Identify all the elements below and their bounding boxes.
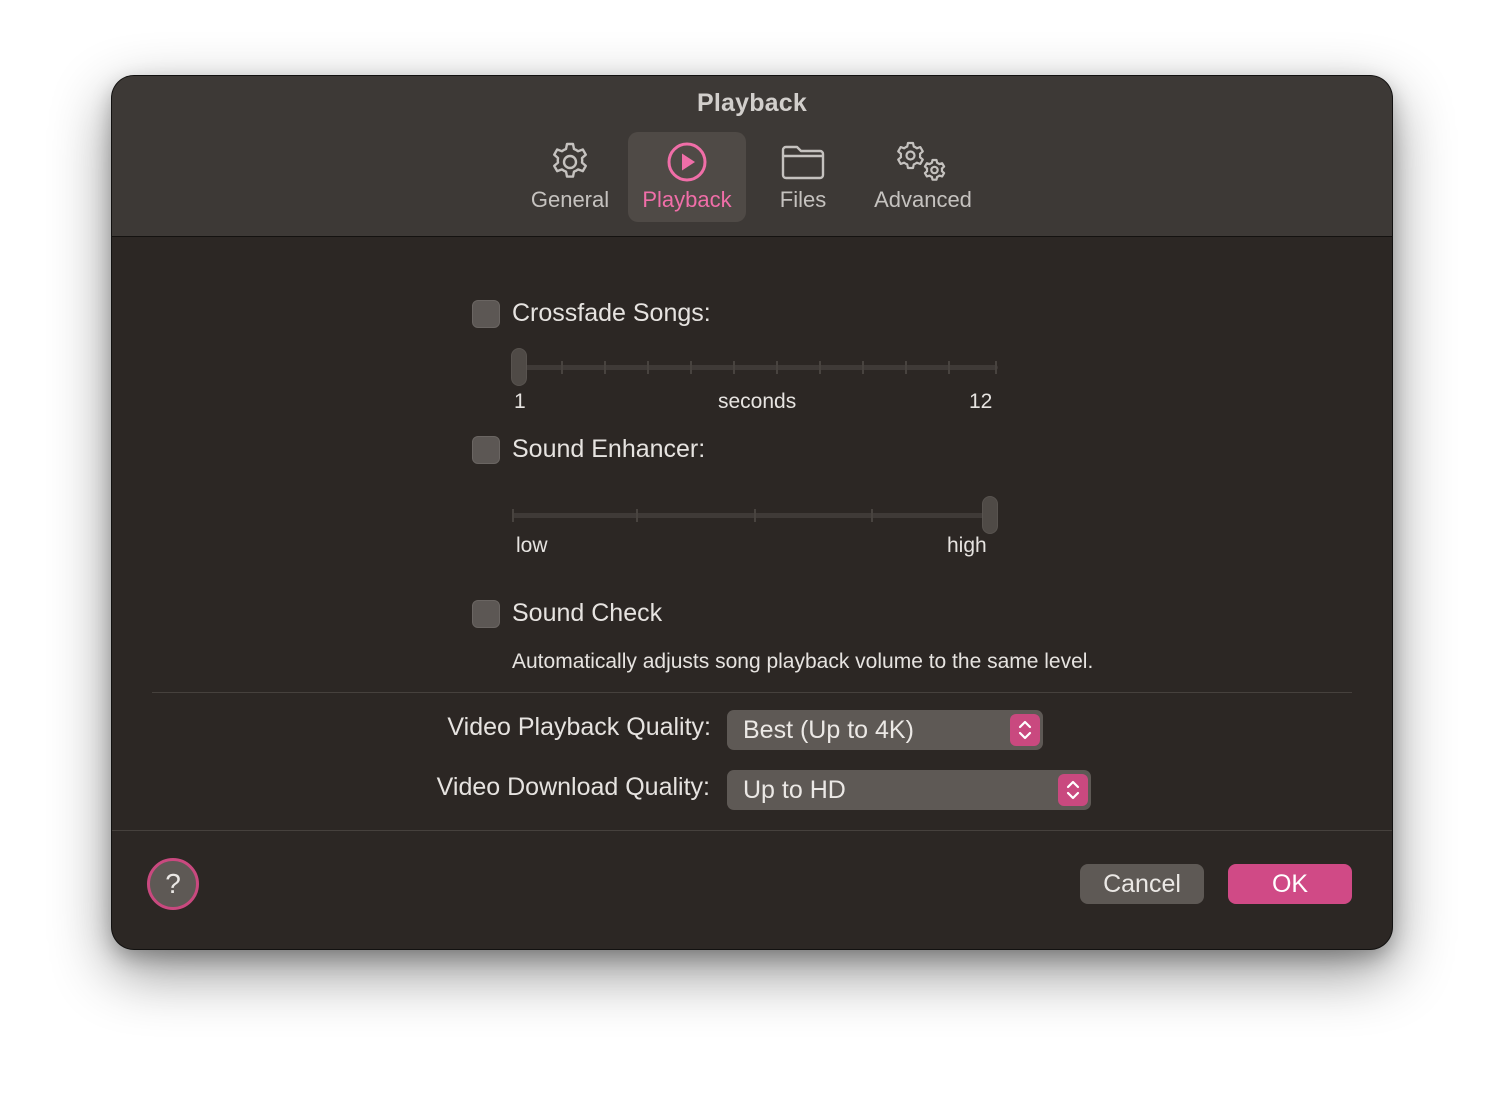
folder-icon: [781, 145, 825, 180]
ok-button[interactable]: OK: [1228, 864, 1352, 904]
toolbar: Playback General Playback Files Advanced: [112, 76, 1392, 237]
window-title: Playback: [696, 89, 807, 117]
preferences-window: Playback General Playback Files Advanced…: [112, 76, 1392, 949]
tab-playback-label: Playback: [642, 187, 732, 212]
video-playback-quality-value: Best (Up to 4K): [743, 716, 914, 744]
slider-tick: [561, 361, 563, 374]
sound-enhancer-checkbox[interactable]: [472, 436, 500, 464]
slider-tick: [604, 361, 606, 374]
crossfade-checkbox[interactable]: [472, 300, 500, 328]
video-download-quality-value: Up to HD: [743, 776, 846, 804]
slider-tick: [647, 361, 649, 374]
slider-tick: [733, 361, 735, 374]
tab-advanced-label: Advanced: [874, 187, 972, 212]
slider-tick: [690, 361, 692, 374]
tab-general-label: General: [530, 187, 610, 212]
slider-tick: [754, 509, 756, 522]
tab-playback[interactable]: Playback: [628, 132, 746, 222]
slider-tick: [948, 361, 950, 374]
video-download-quality-label: Video Download Quality:: [436, 773, 710, 801]
sound-enhancer-low-label: low: [516, 534, 548, 557]
video-playback-quality-select[interactable]: Best (Up to 4K): [727, 710, 1043, 750]
slider-tick: [776, 361, 778, 374]
section-divider: [152, 692, 1352, 693]
video-playback-quality-label: Video Playback Quality:: [447, 713, 711, 741]
sound-check-label: Sound Check: [512, 599, 663, 627]
sound-enhancer-high-label: high: [947, 534, 987, 557]
chevron-updown-icon: [1058, 774, 1088, 806]
crossfade-max-label: 12: [969, 390, 993, 413]
sound-check-checkbox[interactable]: [472, 600, 500, 628]
chevron-updown-icon: [1010, 714, 1040, 746]
video-download-quality-select[interactable]: Up to HD: [727, 770, 1091, 810]
tab-general[interactable]: General: [528, 132, 612, 222]
sound-enhancer-label: Sound Enhancer:: [512, 435, 706, 463]
sound-check-description: Automatically adjusts song playback volu…: [512, 650, 1094, 673]
slider-tick: [905, 361, 907, 374]
crossfade-slider-knob[interactable]: [511, 348, 527, 386]
footer-divider: [112, 830, 1392, 831]
slider-tick: [871, 509, 873, 522]
play-circle-icon: [667, 142, 707, 182]
slider-tick: [819, 361, 821, 374]
cancel-button[interactable]: Cancel: [1080, 864, 1204, 904]
tab-files-label: Files: [779, 187, 827, 212]
slider-tick: [512, 509, 514, 522]
help-button[interactable]: ?: [147, 858, 199, 910]
gears-icon: [897, 141, 946, 181]
crossfade-label: Crossfade Songs:: [512, 299, 711, 327]
tab-files[interactable]: Files: [762, 132, 844, 222]
slider-tick: [995, 361, 997, 374]
crossfade-slider-track: [512, 365, 998, 370]
sound-enhancer-slider-knob[interactable]: [982, 496, 998, 534]
slider-tick: [862, 361, 864, 374]
crossfade-min-label: 1: [514, 390, 526, 413]
tab-advanced[interactable]: Advanced: [864, 132, 982, 222]
gear-icon: [553, 142, 587, 178]
crossfade-unit-label: seconds: [718, 390, 797, 413]
slider-tick: [636, 509, 638, 522]
